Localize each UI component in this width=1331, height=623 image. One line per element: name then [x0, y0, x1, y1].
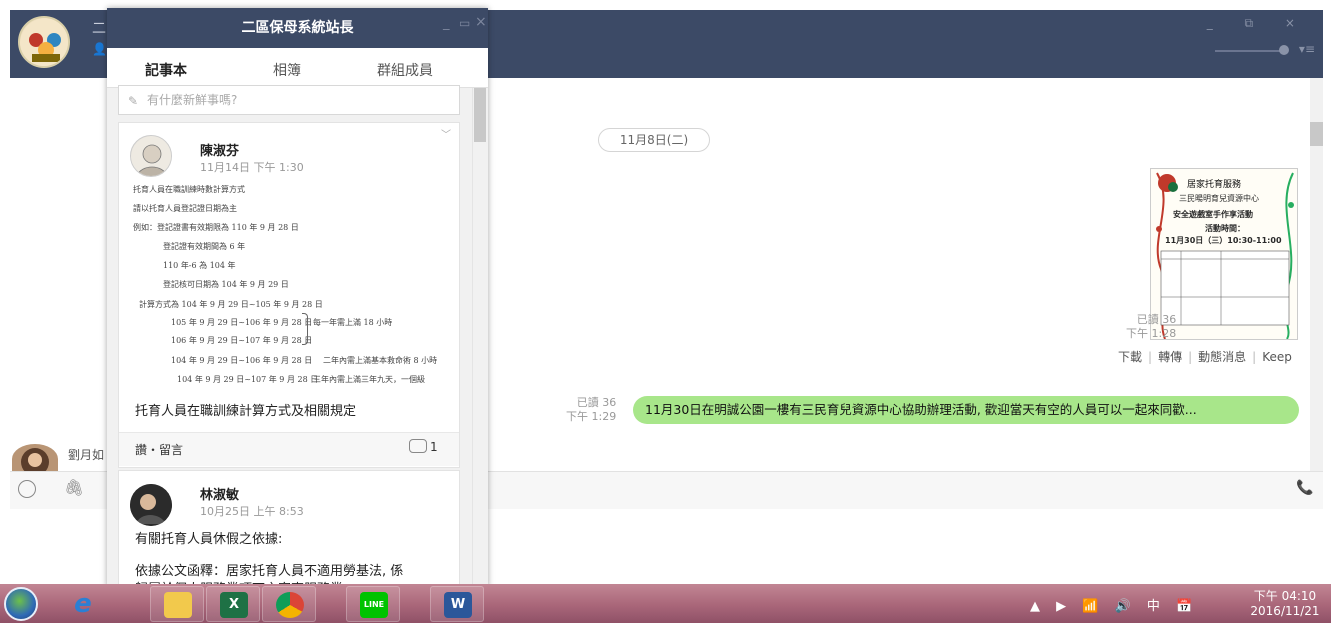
download-link[interactable]: 下載 — [1118, 350, 1142, 364]
clock-time: 下午 04:10 — [1253, 589, 1317, 603]
tab-album[interactable]: 相簿 — [273, 60, 301, 80]
forward-link[interactable]: 轉傳 — [1158, 350, 1182, 364]
pencil-icon: ✎ — [128, 94, 139, 108]
doc-line: 請以托育人員登記證日期為主 — [133, 204, 237, 213]
member-avatar[interactable] — [12, 444, 58, 474]
poster-line-3: 安全遊戲室手作享活動 — [1173, 210, 1253, 219]
poster-line-2: 三民暘明育兒資源中心 — [1179, 194, 1259, 203]
post-author[interactable]: 陳淑芬 — [200, 140, 239, 159]
internet-explorer-icon[interactable]: e — [56, 586, 110, 622]
author-avatar[interactable] — [130, 484, 172, 526]
notes-scrollbar-thumb[interactable] — [474, 88, 486, 142]
doc-line: 每一年需上滿 18 小時 — [313, 318, 393, 327]
post-time: 11月14日 下午 1:30 — [200, 161, 304, 174]
post-author[interactable]: 林淑敏 — [200, 484, 239, 503]
new-post-placeholder: 有什麼新鮮事嗎? — [147, 93, 238, 107]
text-message-meta: 已讀 36 下午 1:29 — [566, 396, 616, 424]
doc-line: 三年內需上滿三年九天，一個級 — [313, 375, 425, 384]
doc-line: 106 年 9 月 29 日~107 年 9 月 28 日 — [171, 336, 313, 345]
line-app-icon[interactable]: LINE — [346, 586, 400, 622]
poster-line-4: 活動時間： — [1205, 224, 1245, 233]
doc-line: 二年內需上滿基本救命術 8 小時 — [323, 356, 438, 365]
member-name: 劉月如 — [68, 448, 105, 462]
comment-count: 1 — [430, 440, 438, 454]
like-comment-link[interactable]: 讚・留言 — [135, 441, 183, 458]
minimize-icon[interactable]: _ — [443, 16, 450, 31]
menu-icon[interactable]: ▾≡ — [1299, 42, 1315, 56]
emoji-icon[interactable] — [18, 480, 36, 498]
volume-slider-track[interactable] — [1215, 50, 1285, 52]
clock-date: 2016/11/21 — [1250, 604, 1320, 618]
doc-line: 104 年 9 月 29 日~107 年 9 月 28 日 — [177, 375, 319, 384]
new-post-input[interactable]: 有什麼新鮮事嗎? — [118, 85, 460, 115]
notes-title: 二區保母系統站長 — [241, 20, 354, 36]
file-explorer-icon[interactable] — [150, 586, 204, 622]
comment-icon[interactable] — [409, 439, 427, 453]
text-time: 下午 1:29 — [566, 410, 617, 423]
chevron-down-icon[interactable]: ﹀ — [441, 126, 451, 141]
poster-line-5: 11月30日（三）10:30-11:00 — [1165, 236, 1282, 245]
start-button[interactable] — [4, 587, 38, 621]
doc-line: 例如：登記證書有效期限為 110 年 9 月 28 日 — [133, 223, 299, 232]
chrome-icon[interactable] — [262, 586, 316, 622]
image-time: 下午 1:28 — [1126, 327, 1177, 340]
doc-line: 104 年 9 月 29 日~106 年 9 月 28 日 — [171, 356, 313, 365]
doc-line: 105 年 9 月 29 日~106 年 9 月 28 日 — [171, 318, 313, 327]
post-text: 有關托育人員休假之依據: — [135, 532, 283, 547]
image-message-meta: 已讀 36 下午 1:28 — [1126, 313, 1176, 341]
word-icon[interactable]: W — [430, 586, 484, 622]
image-read-count: 已讀 36 — [1136, 313, 1177, 326]
post-time: 10月25日 上午 8:53 — [200, 505, 304, 518]
notes-scrollbar[interactable] — [472, 88, 488, 588]
group-avatar[interactable] — [18, 16, 70, 68]
member-count-icon: 👤 — [92, 42, 107, 56]
doc-line: 登記證有效期間為 6 年 — [163, 242, 246, 251]
post-text: 依據公文函釋：居家托育人員不適用勞基法, 係 — [135, 564, 404, 579]
image-actions: 下載 | 轉傳 | 動態消息 | Keep — [1118, 350, 1292, 364]
poster-line-1: 居家托育服務 — [1187, 180, 1242, 190]
chat-scrollbar-thumb[interactable] — [1310, 122, 1323, 146]
window-controls[interactable]: _ ⧉ × — [1207, 16, 1309, 31]
date-divider: 11月8日(二) — [598, 128, 710, 152]
text-read-count: 已讀 36 — [576, 396, 617, 409]
tab-notes[interactable]: 記事本 — [145, 60, 187, 80]
system-clock[interactable]: 下午 04:10 2016/11/21 — [1244, 589, 1326, 619]
timeline-link[interactable]: 動態消息 — [1198, 350, 1246, 364]
excel-icon[interactable]: X — [206, 586, 260, 622]
phone-icon[interactable]: 📞 — [1296, 480, 1313, 496]
close-icon[interactable]: × — [475, 14, 487, 30]
notes-window: 二區保母系統站長 _ ▭ × 記事本 相簿 群組成員 有什麼新鮮事嗎? ✎ ﹀ … — [107, 8, 488, 588]
doc-line: 登記核可日期為 104 年 9 月 29 日 — [163, 280, 289, 289]
post-caption: 托育人員在職訓練計算方式及相關規定 — [135, 404, 357, 419]
attach-icon[interactable]: 🖇 — [64, 478, 84, 497]
maximize-icon[interactable]: ▭ — [459, 16, 470, 30]
system-tray[interactable]: ▲ ▶ 📶 🔊 中 📅 — [1030, 595, 1198, 614]
author-avatar[interactable] — [130, 135, 172, 177]
doc-line: 托育人員在職訓練時數計算方式 — [133, 185, 245, 194]
tab-members[interactable]: 群組成員 — [377, 60, 433, 80]
keep-link[interactable]: Keep — [1262, 350, 1292, 364]
doc-line: 110 年-6 為 104 年 — [163, 261, 236, 270]
doc-line: 計算方式為 104 年 9 月 29 日~105 年 9 月 28 日 — [139, 300, 323, 309]
sent-message-bubble[interactable]: 11月30日在明誠公園一樓有三民育兒資源中心協助辦理活動, 歡迎當天有空的人員可… — [633, 396, 1299, 424]
chat-title: 二 — [92, 21, 106, 37]
doc-bracket — [302, 313, 308, 345]
volume-slider-knob[interactable] — [1279, 45, 1289, 55]
